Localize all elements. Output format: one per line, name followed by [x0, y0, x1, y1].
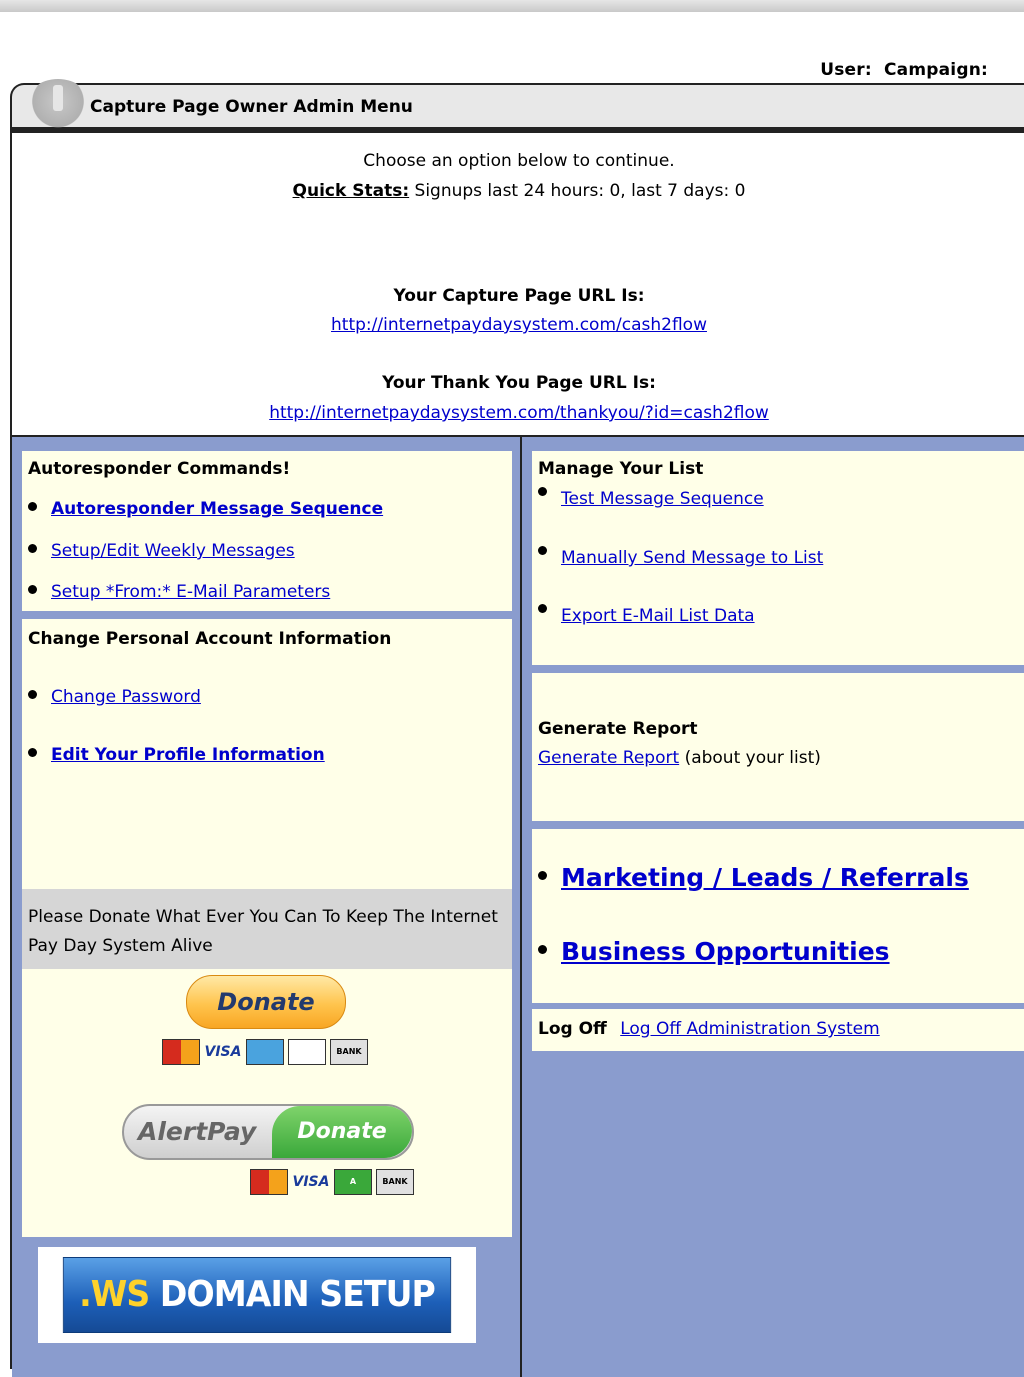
- bullet-icon: [28, 544, 37, 553]
- change-password-link[interactable]: Change Password: [51, 687, 201, 707]
- list-item: Marketing / Leads / Referrals: [538, 863, 969, 892]
- bank-icon: BANK: [330, 1039, 368, 1065]
- bullet-icon: [538, 871, 547, 880]
- weekly-messages-link[interactable]: Setup/Edit Weekly Messages: [51, 541, 295, 561]
- list-item: Setup/Edit Weekly Messages: [28, 541, 295, 561]
- generate-report-title: Generate Report: [538, 719, 698, 739]
- bullet-icon: [538, 487, 547, 496]
- user-campaign-line: User: Campaign:: [814, 60, 988, 80]
- thankyou-url-link[interactable]: http://internetpaydaysystem.com/thankyou…: [269, 403, 769, 423]
- list-item: Autoresponder Message Sequence: [28, 499, 383, 519]
- test-message-sequence-link[interactable]: Test Message Sequence: [561, 489, 764, 509]
- bullet-icon: [538, 945, 547, 954]
- capture-url-title: Your Capture Page URL Is:: [393, 286, 645, 306]
- bullet-icon: [28, 690, 37, 699]
- left-column: Autoresponder Commands! Autoresponder Me…: [12, 437, 522, 1377]
- logoff-panel: Log Off Log Off Administration System: [532, 1009, 1024, 1051]
- marketing-leads-referrals-link[interactable]: Marketing / Leads / Referrals: [561, 863, 969, 892]
- thankyou-url-title: Your Thank You Page URL Is:: [382, 373, 656, 393]
- intro-section: Choose an option below to continue. Quic…: [12, 133, 1024, 436]
- external-links-panel: Marketing / Leads / Referrals Business O…: [532, 829, 1024, 1003]
- generate-report-link[interactable]: Generate Report: [538, 748, 679, 768]
- logoff-label: Log Off: [538, 1019, 607, 1039]
- bullet-icon: [538, 604, 547, 613]
- autoresponder-panel: Autoresponder Commands! Autoresponder Me…: [22, 451, 512, 611]
- account-panel: Change Personal Account Information Chan…: [22, 619, 512, 889]
- quick-stats: Quick Stats: Signups last 24 hours: 0, l…: [12, 181, 1024, 201]
- bullet-icon: [28, 748, 37, 757]
- donate-panel: Donate VISA BANK AlertPay Donate VISA A BAN…: [22, 969, 512, 1237]
- bullet-icon: [28, 502, 37, 511]
- ws-text: .WS: [79, 1274, 150, 1315]
- logoff-link[interactable]: Log Off Administration System: [620, 1019, 879, 1039]
- alertpay-logo: AlertPay: [138, 1117, 257, 1146]
- business-opportunities-link[interactable]: Business Opportunities: [561, 937, 890, 966]
- user-label: User:: [820, 60, 872, 80]
- list-item: Change Password: [28, 687, 201, 707]
- autoresponder-sequence-link[interactable]: Autoresponder Message Sequence: [51, 499, 383, 519]
- alertpay-cards: VISA A BANK: [250, 1169, 418, 1195]
- quick-stats-label: Quick Stats:: [292, 181, 410, 201]
- list-item: Manually Send Message to List: [538, 546, 823, 568]
- choose-option-text: Choose an option below to continue.: [363, 151, 675, 171]
- paypal-donate-button[interactable]: Donate: [186, 975, 346, 1029]
- bullet-icon: [28, 585, 37, 594]
- menu-columns: Autoresponder Commands! Autoresponder Me…: [12, 435, 1024, 1377]
- quick-stats-text: Signups last 24 hours: 0, last 7 days: 0: [414, 181, 746, 201]
- ws-domain-setup-banner[interactable]: .WS DOMAIN SETUP: [62, 1257, 452, 1333]
- list-item: Test Message Sequence: [538, 487, 764, 509]
- bank-icon: BANK: [376, 1169, 414, 1195]
- visa-icon: VISA: [204, 1044, 242, 1060]
- edit-profile-link[interactable]: Edit Your Profile Information: [51, 745, 325, 765]
- list-item: Business Opportunities: [538, 937, 890, 966]
- autoresponder-title: Autoresponder Commands!: [28, 459, 291, 479]
- capture-url-link[interactable]: http://internetpaydaysystem.com/cash2flo…: [331, 315, 707, 335]
- page-title: Capture Page Owner Admin Menu: [90, 97, 413, 117]
- donate-message-panel: Please Donate What Ever You Can To Keep …: [22, 889, 512, 969]
- window-top-bar: [0, 0, 1024, 12]
- amex-icon: [246, 1039, 284, 1065]
- manage-list-panel: Manage Your List Test Message Sequence M…: [532, 451, 1024, 665]
- list-item: Setup *From:* E-Mail Parameters: [28, 582, 330, 602]
- discover-icon: [288, 1039, 326, 1065]
- bullet-icon: [538, 546, 547, 555]
- admin-menu-header: Capture Page Owner Admin Menu: [10, 79, 1024, 129]
- manage-list-title: Manage Your List: [538, 459, 704, 479]
- logoff-row: Log Off Log Off Administration System: [538, 1019, 880, 1039]
- alertpay-donate-button[interactable]: AlertPay Donate: [122, 1104, 414, 1160]
- generate-report-row: Generate Report (about your list): [538, 748, 821, 768]
- admin-main-frame: Choose an option below to continue. Quic…: [10, 129, 1024, 1377]
- generate-report-panel: Generate Report Generate Report (about y…: [532, 673, 1024, 821]
- account-title: Change Personal Account Information: [28, 629, 392, 649]
- domain-setup-text: DOMAIN SETUP: [149, 1274, 436, 1315]
- from-email-params-link[interactable]: Setup *From:* E-Mail Parameters: [51, 582, 330, 602]
- exclamation-logo-icon: [26, 79, 90, 129]
- mastercard-icon: [250, 1169, 288, 1195]
- alertpay-donate-label: Donate: [272, 1106, 412, 1158]
- list-item: Edit Your Profile Information: [28, 745, 325, 765]
- export-email-list-link[interactable]: Export E-Mail List Data: [561, 606, 755, 626]
- list-item: Export E-Mail List Data: [538, 604, 755, 626]
- manually-send-message-link[interactable]: Manually Send Message to List: [561, 548, 823, 568]
- generate-report-suffix: (about your list): [684, 748, 821, 768]
- visa-icon: VISA: [292, 1174, 330, 1190]
- campaign-label: Campaign:: [884, 60, 988, 80]
- right-column: Manage Your List Test Message Sequence M…: [522, 437, 1024, 1377]
- alertpay-a-icon: A: [334, 1169, 372, 1195]
- paypal-cards: VISA BANK: [162, 1039, 372, 1069]
- donate-message: Please Donate What Ever You Can To Keep …: [28, 907, 498, 956]
- ws-domain-setup-box: .WS DOMAIN SETUP: [38, 1247, 476, 1343]
- mastercard-icon: [162, 1039, 200, 1065]
